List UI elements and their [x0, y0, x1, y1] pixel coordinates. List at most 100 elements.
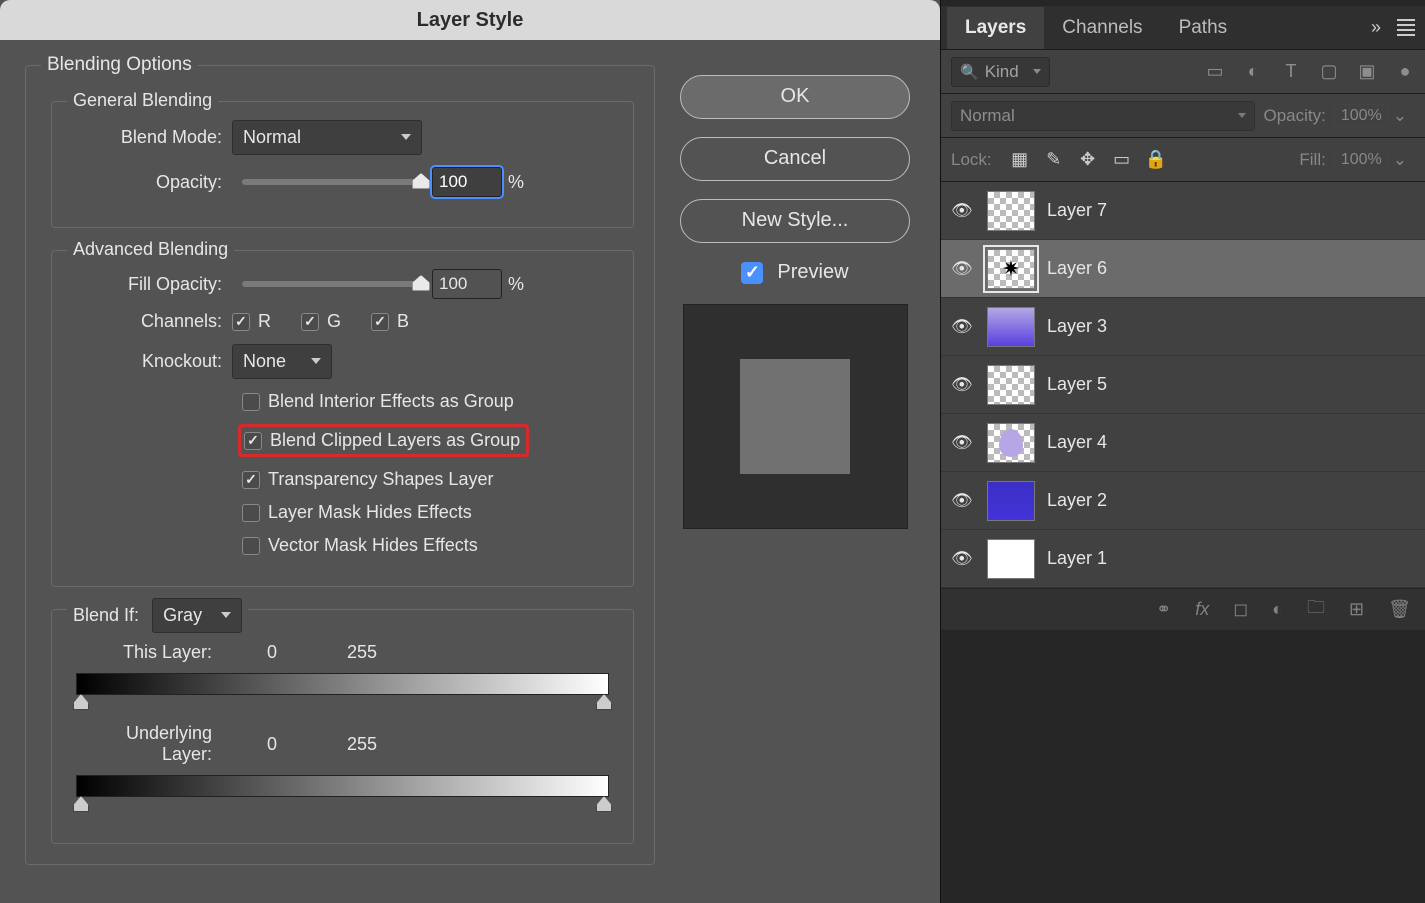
filter-toggle-icon[interactable]: ● — [1395, 62, 1415, 82]
delete-layer-icon[interactable]: 🗑 — [1388, 599, 1411, 620]
layer-thumbnail[interactable] — [987, 307, 1035, 347]
filter-adjustment-icon[interactable]: ◐ — [1243, 62, 1263, 82]
layer-row[interactable]: 👁 Layer 1 — [941, 530, 1425, 588]
vector-mask-hides-checkbox[interactable] — [242, 537, 260, 555]
layer-thumbnail[interactable] — [987, 191, 1035, 231]
layer-filter-value: Kind — [985, 62, 1019, 82]
underlying-thumb-low[interactable] — [73, 796, 89, 812]
layer-mask-hides-checkbox[interactable] — [242, 504, 260, 522]
fill-value[interactable]: 100% — [1334, 148, 1389, 172]
layer-row[interactable]: 👁 Layer 2 — [941, 472, 1425, 530]
tab-channels[interactable]: Channels — [1044, 7, 1160, 49]
fill-opacity-slider-thumb[interactable] — [412, 275, 430, 291]
advanced-blending-legend: Advanced Blending — [67, 239, 234, 260]
general-blending-legend: General Blending — [67, 90, 218, 111]
underlying-layer-label: Underlying Layer: — [72, 723, 242, 765]
layer-mask-hides-label: Layer Mask Hides Effects — [268, 502, 472, 523]
layers-panel-footer: ⚭ fx ◻ ◐ 🗀 ⊞ 🗑 — [941, 588, 1425, 630]
filter-smart-icon[interactable]: ▣ — [1357, 62, 1377, 82]
filter-type-icon[interactable]: T — [1281, 62, 1301, 82]
blend-mode-label: Blend Mode: — [72, 127, 232, 148]
blend-if-group: Blend If: Gray This Layer: 0 255 — [51, 609, 634, 844]
blend-clipped-checkbox[interactable] — [244, 432, 262, 450]
opacity-slider[interactable] — [242, 179, 422, 185]
preview-checkbox[interactable] — [741, 262, 763, 284]
fill-label: Fill: — [1291, 150, 1333, 170]
filter-pixel-icon[interactable]: ▭ — [1205, 62, 1225, 82]
channel-g-label: G — [327, 311, 341, 332]
layer-row[interactable]: 👁 Layer 7 — [941, 182, 1425, 240]
visibility-eye-icon[interactable]: 👁 — [951, 375, 975, 395]
tab-layers[interactable]: Layers — [947, 7, 1044, 49]
fill-opacity-slider[interactable] — [242, 281, 422, 287]
visibility-eye-icon[interactable]: 👁 — [951, 317, 975, 337]
cancel-button[interactable]: Cancel — [680, 137, 910, 181]
link-layers-icon[interactable]: ⚭ — [1156, 599, 1171, 620]
layer-thumbnail[interactable] — [987, 423, 1035, 463]
blend-mode-select[interactable]: Normal — [232, 120, 422, 155]
fx-icon[interactable]: fx — [1195, 599, 1209, 620]
new-layer-icon[interactable]: ⊞ — [1349, 599, 1364, 620]
blend-interior-checkbox[interactable] — [242, 393, 260, 411]
channel-r-label: R — [258, 311, 271, 332]
underlying-layer-gradient[interactable] — [76, 775, 609, 797]
lock-all-icon[interactable]: 🔒 — [1146, 150, 1166, 170]
layer-row[interactable]: 👁 Layer 5 — [941, 356, 1425, 414]
ok-button[interactable]: OK — [680, 75, 910, 119]
layer-thumbnail[interactable] — [987, 365, 1035, 405]
visibility-eye-icon[interactable]: 👁 — [951, 491, 975, 511]
lock-position-icon[interactable]: ✥ — [1078, 150, 1098, 170]
panel-overflow-icon[interactable]: » — [1371, 17, 1381, 38]
visibility-eye-icon[interactable]: 👁 — [951, 549, 975, 569]
group-icon[interactable]: 🗀 — [1307, 595, 1325, 625]
layer-name-label: Layer 3 — [1047, 316, 1107, 337]
underlying-thumb-high[interactable] — [596, 796, 612, 812]
filter-shape-icon[interactable]: ▢ — [1319, 62, 1339, 82]
opacity-input[interactable] — [432, 167, 502, 197]
layer-blend-mode-select[interactable]: Normal — [951, 101, 1255, 131]
knockout-select[interactable]: None — [232, 344, 332, 379]
channel-r-checkbox[interactable] — [232, 313, 250, 331]
preview-label: Preview — [777, 261, 848, 284]
layer-name-label: Layer 4 — [1047, 432, 1107, 453]
this-layer-thumb-high[interactable] — [596, 694, 612, 710]
layer-thumbnail[interactable]: ✷ — [987, 249, 1035, 289]
tab-paths[interactable]: Paths — [1161, 7, 1246, 49]
layer-style-dialog: Layer Style Blending Options General Ble… — [0, 0, 940, 903]
general-blending-group: General Blending Blend Mode: Normal Opac… — [51, 101, 634, 228]
layer-filter-select[interactable]: 🔍 Kind — [951, 57, 1050, 87]
layer-name-label: Layer 5 — [1047, 374, 1107, 395]
layer-row[interactable]: 👁 Layer 3 — [941, 298, 1425, 356]
layer-thumbnail[interactable] — [987, 481, 1035, 521]
panel-menu-icon[interactable] — [1397, 19, 1415, 36]
visibility-eye-icon[interactable]: 👁 — [951, 259, 975, 279]
transparency-shapes-checkbox[interactable] — [242, 471, 260, 489]
this-layer-thumb-low[interactable] — [73, 694, 89, 710]
lock-brush-icon[interactable]: ✎ — [1044, 150, 1064, 170]
lock-transparency-icon[interactable]: ▦ — [1010, 150, 1030, 170]
layer-blend-mode-value: Normal — [960, 106, 1015, 126]
opacity-chevron-icon[interactable]: ⌄ — [1389, 106, 1415, 126]
this-layer-gradient[interactable] — [76, 673, 609, 695]
layer-opacity-value[interactable]: 100% — [1334, 104, 1389, 128]
fill-chevron-icon[interactable]: ⌄ — [1389, 150, 1415, 170]
blend-mode-value: Normal — [243, 127, 301, 148]
blend-if-select[interactable]: Gray — [152, 598, 242, 633]
blend-if-value: Gray — [163, 605, 202, 626]
layer-row[interactable]: 👁 Layer 4 — [941, 414, 1425, 472]
fill-opacity-input[interactable] — [432, 269, 502, 299]
blend-interior-label: Blend Interior Effects as Group — [268, 391, 514, 412]
visibility-eye-icon[interactable]: 👁 — [951, 201, 975, 221]
add-mask-icon[interactable]: ◻ — [1233, 599, 1248, 620]
channel-b-checkbox[interactable] — [371, 313, 389, 331]
blend-if-legend-wrap: Blend If: Gray — [67, 598, 248, 633]
lock-artboard-icon[interactable]: ▭ — [1112, 150, 1132, 170]
visibility-eye-icon[interactable]: 👁 — [951, 433, 975, 453]
opacity-slider-thumb[interactable] — [412, 173, 430, 189]
adjustment-layer-icon[interactable]: ◐ — [1272, 599, 1283, 620]
layer-thumbnail[interactable] — [987, 539, 1035, 579]
channel-g-checkbox[interactable] — [301, 313, 319, 331]
layer-row[interactable]: 👁 ✷ Layer 6 — [941, 240, 1425, 298]
this-layer-high: 255 — [302, 642, 422, 663]
new-style-button[interactable]: New Style... — [680, 199, 910, 243]
